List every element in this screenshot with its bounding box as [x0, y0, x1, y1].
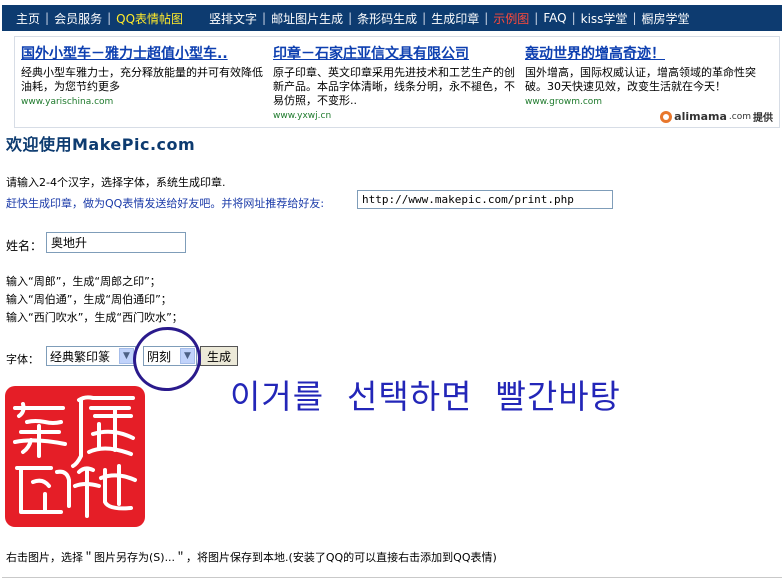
- nav-item-faq[interactable]: FAQ: [543, 11, 566, 25]
- ad-url-link[interactable]: www.yxwj.cn: [273, 111, 519, 121]
- chevron-down-icon[interactable]: ▼: [119, 348, 134, 364]
- alimama-suffix: .com: [728, 111, 751, 122]
- example-line: 输入“西门吹水”，生成“西门吹水”；: [6, 311, 183, 324]
- nav-item-kiss-school[interactable]: kiss学堂: [581, 10, 628, 27]
- font-select-value: 经典繁印篆: [50, 349, 111, 364]
- ad-url-link[interactable]: www.yarischina.com: [21, 97, 267, 107]
- nav-separator: |: [571, 11, 576, 25]
- nav-item-seal-generator[interactable]: 生成印章: [431, 10, 479, 27]
- ad-body-text: 原子印章、英文印章采用先进技术和工艺生产的创新产品。本品字体清晰，线条分明，永不…: [273, 66, 515, 107]
- nav-separator: |: [262, 11, 267, 25]
- nav-item-member-service[interactable]: 会员服务: [54, 10, 102, 27]
- nav-item-vertical-text[interactable]: 竖排文字: [209, 10, 257, 27]
- top-nav-bar: 主页 | 会员服务 | QQ表情帖图 竖排文字 | 邮址图片生成 | 条形码生成…: [2, 5, 782, 31]
- page-title: 欢迎使用MakePic.com: [6, 135, 196, 154]
- font-select[interactable]: 经典繁印篆 ▼: [46, 346, 136, 366]
- annotation-circle: [128, 322, 206, 396]
- annotation-text: 이거를 선택하면 빨간바탕: [230, 377, 621, 416]
- nav-item-email-image[interactable]: 邮址图片生成: [271, 10, 343, 27]
- example-line: 输入“周郎”，生成“周郎之印”；: [6, 275, 161, 288]
- ad-body-text: 经典小型车雅力士，充分释放能量的并可有效降低油耗，为您节约更多: [21, 66, 263, 93]
- nav-item-barcode[interactable]: 条形码生成: [357, 10, 417, 27]
- font-label: 字体：: [6, 353, 39, 366]
- nav-separator: |: [422, 11, 427, 25]
- nav-separator: |: [534, 11, 539, 25]
- name-input[interactable]: [46, 232, 186, 253]
- instruction-text: 请输入2-4个汉字，选择字体，系统生成印章.: [6, 176, 226, 189]
- share-prompt-text: 赶快生成印章，做为QQ表情发送给好友吧。并将网址推荐给好友:: [6, 197, 325, 210]
- ad-title-link[interactable]: 轰动世界的增高奇迹！: [525, 43, 771, 63]
- nav-item-home[interactable]: 主页: [16, 10, 40, 27]
- ad-banner: 国外小型车－雅力士超值小型车.. 经典小型车雅力士，充分释放能量的并可有效降低油…: [14, 36, 780, 128]
- nav-separator: |: [348, 11, 353, 25]
- ad-item[interactable]: 印章－石家庄亚信文具有限公司 原子印章、英文印章采用先进技术和工艺生产的创新产品…: [273, 43, 519, 121]
- example-line: 输入“周伯通”，生成“周伯通印”；: [6, 293, 172, 306]
- ad-item[interactable]: 国外小型车－雅力士超值小型车.. 经典小型车雅力士，充分释放能量的并可有效降低油…: [21, 43, 267, 107]
- nav-separator: |: [632, 11, 637, 25]
- ad-title-link[interactable]: 国外小型车－雅力士超值小型车..: [21, 43, 267, 63]
- footer-divider: [2, 577, 782, 578]
- nav-item-examples[interactable]: 示例图: [493, 10, 529, 27]
- generate-button[interactable]: 生成: [200, 346, 238, 366]
- nav-item-kitchen-school[interactable]: 橱房学堂: [641, 10, 689, 27]
- ad-title-link[interactable]: 印章－石家庄亚信文具有限公司: [273, 43, 519, 63]
- alimama-brand: alimama: [674, 110, 727, 123]
- ad-item[interactable]: 轰动世界的增高奇迹！ 国外增高，国际权威认证，增高领域的革命性突破。30天快速见…: [525, 43, 771, 107]
- nav-item-qq-emoticon[interactable]: QQ表情帖图: [116, 10, 183, 27]
- seal-image[interactable]: [5, 386, 145, 527]
- name-label: 姓名：: [6, 239, 43, 253]
- alimama-logo-icon: [660, 110, 673, 123]
- seal-glyphs: [13, 395, 137, 518]
- ad-body-text: 国外增高，国际权威认证，增高领域的革命性突破。30天快速见效，改变生活就在今天！: [525, 66, 756, 93]
- share-url-field[interactable]: [357, 190, 613, 209]
- nav-separator: |: [45, 11, 50, 25]
- nav-separator: |: [107, 11, 112, 25]
- nav-separator: |: [484, 11, 489, 25]
- alimama-provided: 提供: [753, 113, 773, 124]
- ad-url-link[interactable]: www.growm.com: [525, 97, 771, 107]
- footer-instruction: 右击图片，选择＂图片另存为(S)...＂，将图片保存到本地.(安装了QQ的可以直…: [6, 551, 497, 564]
- alimama-badge[interactable]: alimama .com 提供: [660, 109, 773, 124]
